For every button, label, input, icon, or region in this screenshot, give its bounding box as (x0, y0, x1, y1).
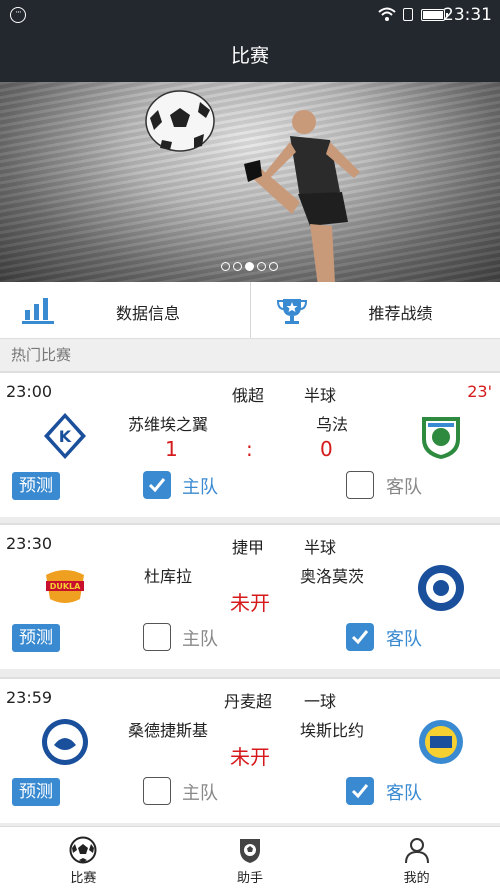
tab-profile[interactable]: 我的 (333, 827, 500, 888)
carousel-dot-active[interactable] (245, 262, 254, 271)
home-team-name: 杜库拉 (143, 567, 192, 586)
away-team-logo (422, 417, 460, 459)
home-score: 1 (165, 437, 178, 461)
svg-text:DUKLA: DUKLA (50, 582, 81, 591)
checkmark-icon (351, 784, 369, 799)
data-info-button[interactable]: 数据信息 (0, 282, 250, 338)
wifi-icon (378, 7, 396, 21)
home-team-label[interactable]: 主队 (182, 625, 218, 651)
tab-matches[interactable]: 比赛 (0, 827, 167, 888)
match-card[interactable]: 23:00 俄超 半球 23' K 苏维埃之翼 乌法 1 : 0 预测 主队 客… (0, 371, 500, 517)
match-time: 23:59 (6, 688, 53, 707)
tab-assistant[interactable]: 助手 (167, 827, 334, 888)
carousel-dot[interactable] (257, 262, 266, 271)
carousel-indicator[interactable] (221, 262, 278, 271)
checkmark-icon (351, 630, 369, 645)
home-team-label[interactable]: 主队 (182, 473, 218, 499)
home-team-name: 桑德捷斯基 (127, 721, 208, 740)
predict-button[interactable]: 预测 (12, 472, 60, 500)
home-team-checkbox[interactable] (143, 777, 171, 805)
soccer-ball-icon (69, 836, 97, 864)
home-team-logo: K (44, 413, 86, 459)
match-status-not-started: 未开 (230, 591, 270, 615)
match-card[interactable]: 23:59 丹麦超 一球 桑德捷斯基 埃斯比约 未开 预测 主队 客队 (0, 677, 500, 823)
away-team-name: 奥洛莫茨 (299, 567, 364, 586)
match-minute: 23' (467, 382, 492, 401)
player-image (244, 110, 360, 282)
handicap-label: 半球 (304, 386, 337, 405)
status-bar: ··· 23:31 (0, 0, 500, 30)
match-time: 23:30 (6, 534, 53, 553)
checkmark-icon (148, 478, 166, 493)
carousel-dot[interactable] (221, 262, 230, 271)
match-status-not-started: 未开 (230, 745, 270, 769)
shield-ball-icon (240, 839, 260, 863)
away-team-label[interactable]: 客队 (386, 473, 422, 499)
home-team-name: 苏维埃之翼 (127, 415, 208, 434)
trophy-icon (276, 299, 307, 324)
match-card[interactable]: 23:30 捷甲 半球 DUKLA 杜库拉 奥洛莫茨 未开 预测 主队 客队 (0, 523, 500, 669)
section-title: 热门比赛 (0, 338, 500, 371)
handicap-label: 一球 (304, 692, 337, 711)
home-team-checkbox[interactable] (143, 623, 171, 651)
clock: 23:31 (443, 5, 492, 25)
away-team-label[interactable]: 客队 (386, 625, 422, 651)
handicap-label: 半球 (304, 538, 337, 557)
away-score: 0 (320, 437, 333, 461)
home-team-logo: DUKLA (46, 570, 84, 603)
away-team-logo (419, 720, 463, 764)
away-team-label[interactable]: 客队 (386, 779, 422, 805)
home-team-checkbox[interactable] (143, 471, 171, 499)
sim-icon (403, 8, 413, 21)
carousel-dot[interactable] (269, 262, 278, 271)
tab-label: 比赛 (70, 871, 97, 886)
carousel-dot[interactable] (233, 262, 242, 271)
soccer-ball-image (145, 90, 215, 152)
banner-carousel[interactable] (0, 82, 500, 282)
recommend-record-label: 推荐战绩 (368, 304, 433, 323)
person-icon (404, 838, 429, 864)
predict-button[interactable]: 预测 (12, 624, 60, 652)
away-team-name: 埃斯比约 (299, 721, 364, 740)
battery-icon (421, 9, 448, 21)
recommend-record-button[interactable]: 推荐战绩 (249, 282, 500, 338)
data-info-label: 数据信息 (116, 304, 181, 323)
tab-label: 我的 (403, 871, 430, 886)
league-name: 丹麦超 (224, 692, 273, 711)
match-time: 23:00 (6, 382, 53, 401)
home-team-logo (42, 719, 88, 765)
league-name: 俄超 (231, 386, 264, 405)
away-team-checkbox[interactable] (346, 623, 374, 651)
away-team-checkbox[interactable] (346, 471, 374, 499)
bottom-tab-bar: 比赛 助手 我的 (0, 826, 500, 888)
predict-button[interactable]: 预测 (12, 778, 60, 806)
away-team-checkbox[interactable] (346, 777, 374, 805)
score-separator: : (246, 437, 253, 461)
league-name: 捷甲 (231, 538, 264, 557)
tab-label: 助手 (237, 871, 264, 886)
home-team-label[interactable]: 主队 (182, 779, 218, 805)
svg-text:K: K (59, 427, 72, 446)
away-team-name: 乌法 (315, 415, 348, 434)
quick-links: 数据信息 推荐战绩 (0, 282, 500, 338)
away-team-logo (418, 565, 464, 611)
message-icon: ··· (10, 7, 26, 23)
bar-chart-icon (22, 298, 54, 324)
page-title: 比赛 (0, 30, 500, 82)
